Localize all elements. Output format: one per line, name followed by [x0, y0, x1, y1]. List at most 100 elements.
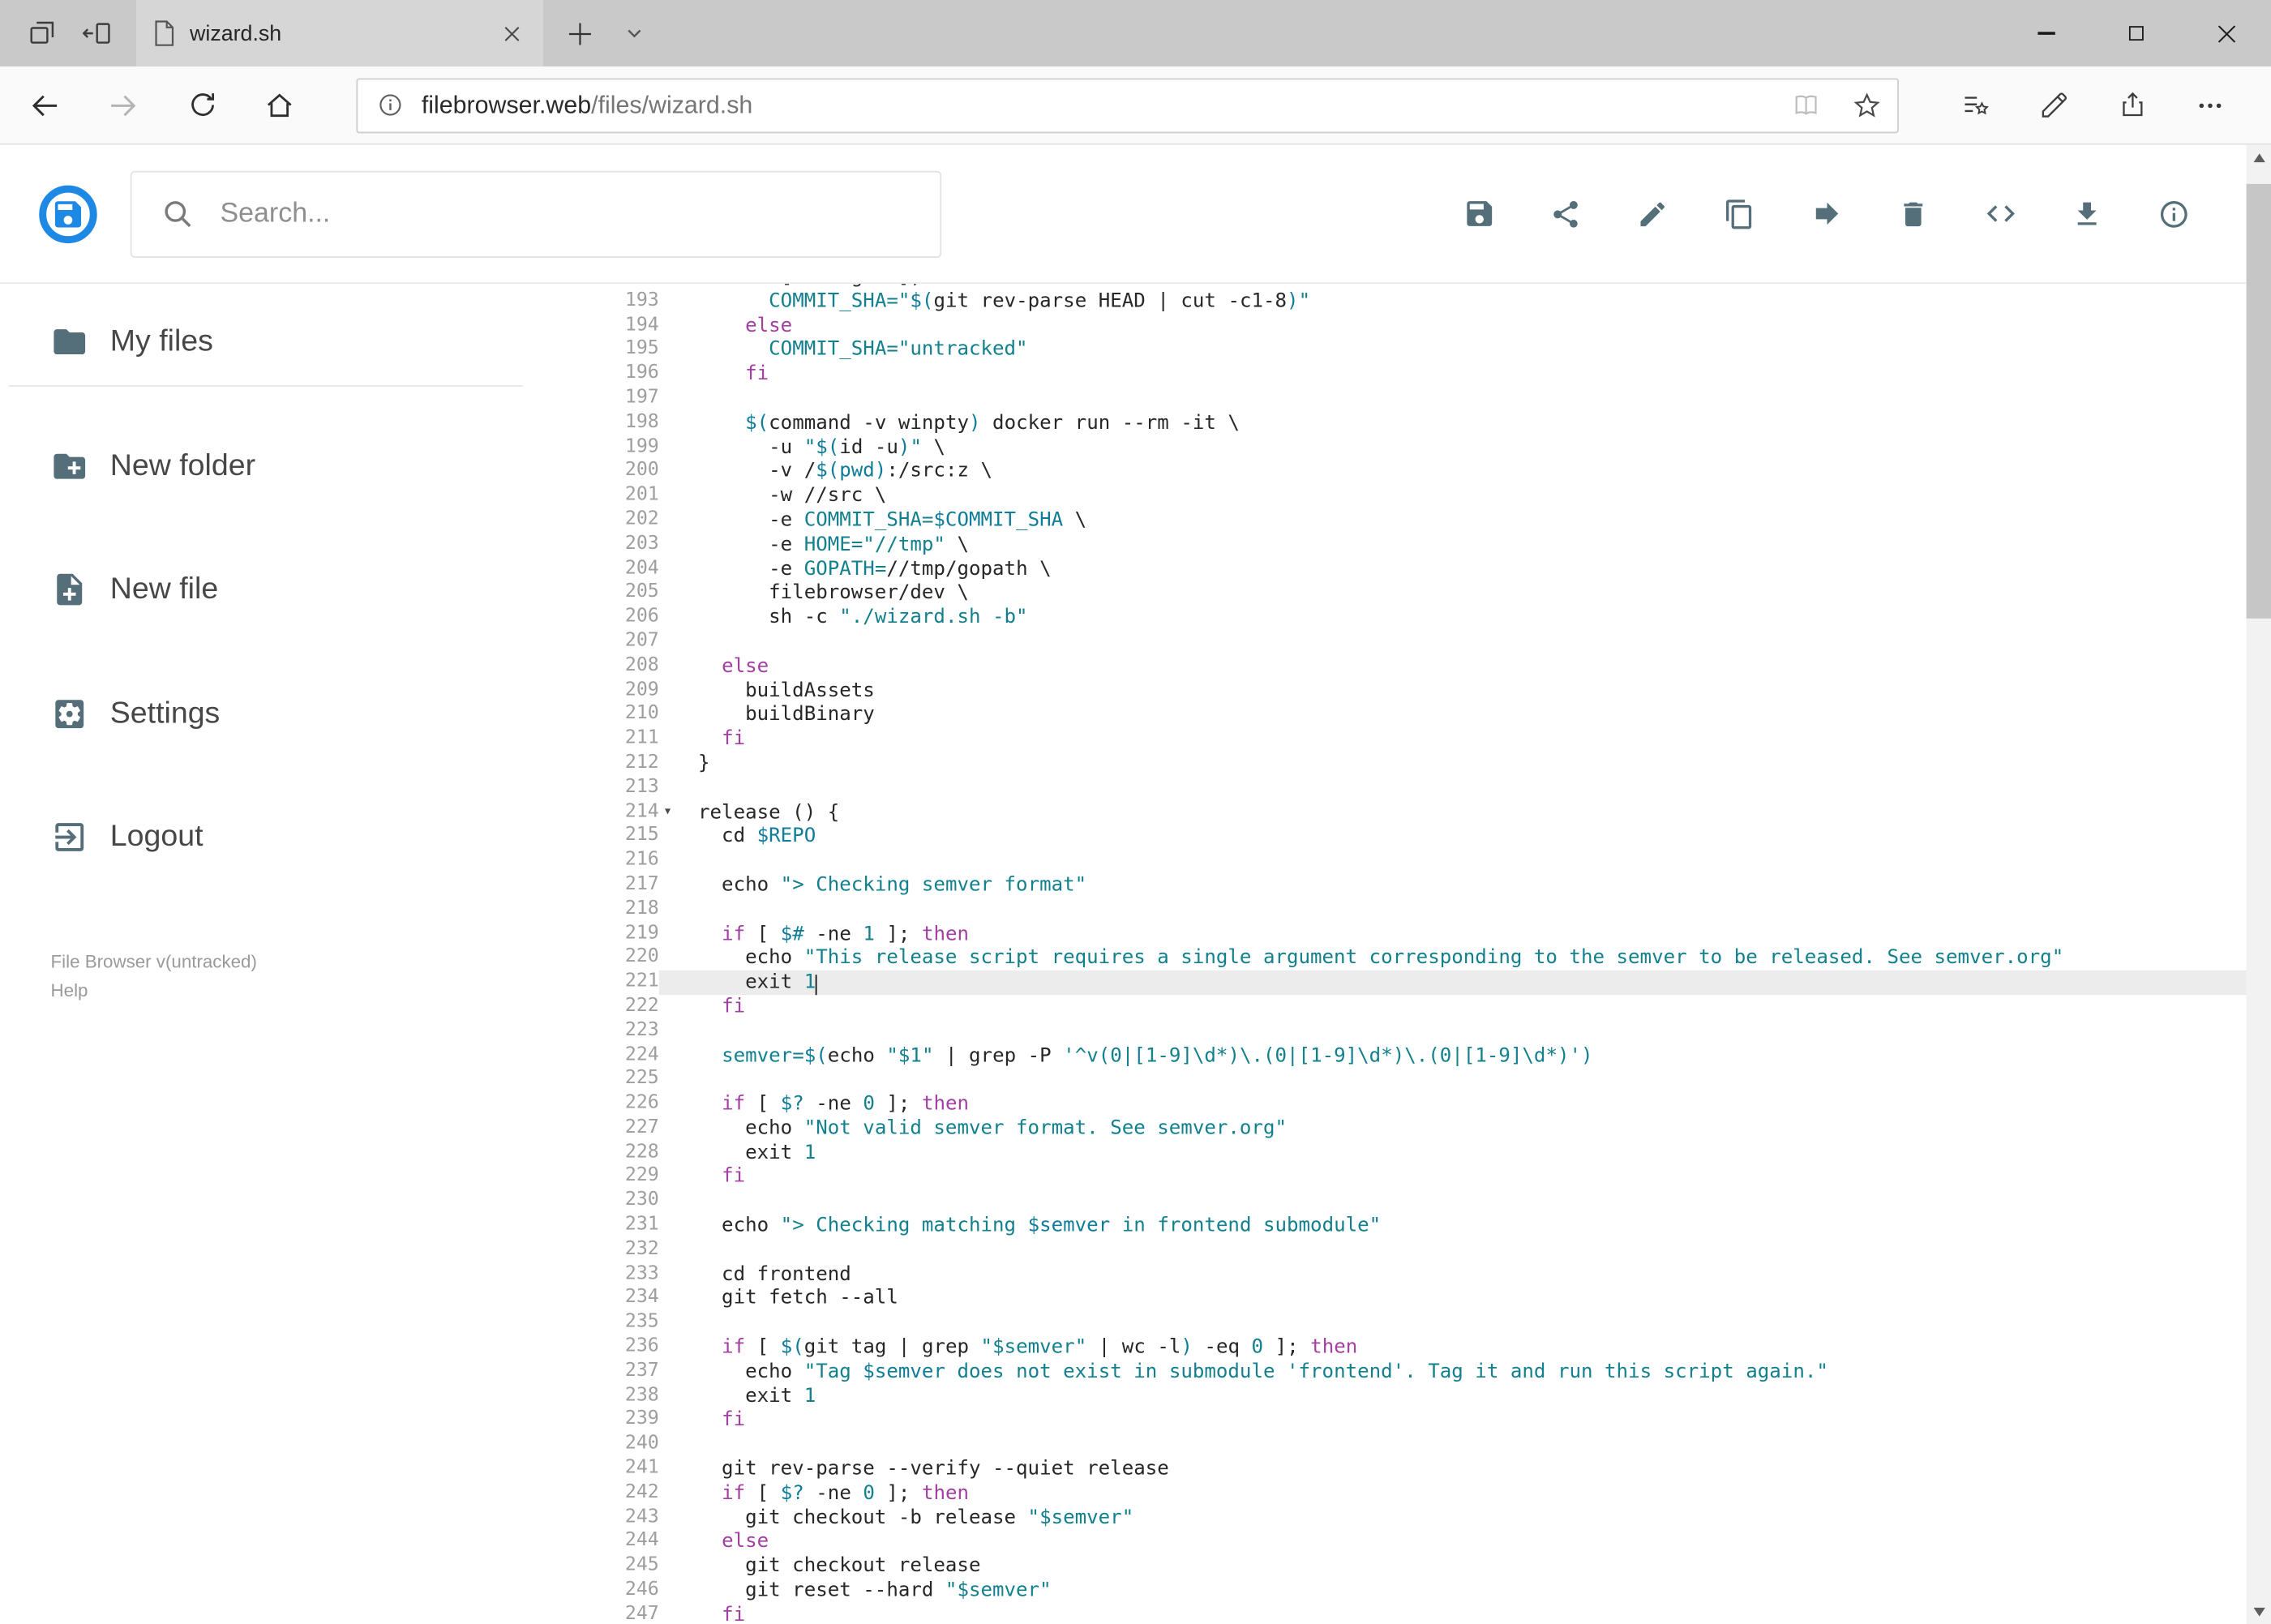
move-button[interactable] [1809, 196, 1844, 231]
page-info-icon[interactable] [358, 92, 422, 119]
code-text[interactable]: buildAssets [659, 679, 2247, 703]
code-text[interactable]: else [659, 654, 2247, 679]
fold-caret-down-icon[interactable]: ▾ [663, 800, 672, 825]
tab-close-icon[interactable] [499, 19, 526, 47]
code-text[interactable]: buildBinary [659, 703, 2247, 727]
copy-button[interactable] [1722, 196, 1757, 231]
code-text[interactable]: } [659, 752, 2247, 776]
code-text[interactable]: -e GOPATH=//tmp/gopath \ [659, 557, 2247, 581]
delete-button[interactable] [1896, 196, 1930, 231]
sidebar-item-new-folder[interactable]: New folder [0, 423, 580, 510]
scrollbar-thumb[interactable] [2246, 183, 2271, 619]
scroll-down-button[interactable] [2247, 1600, 2271, 1624]
code-text[interactable]: $(command -v winpty) docker run --rm -it… [659, 411, 2247, 435]
code-text[interactable]: fi [659, 362, 2247, 387]
code-text[interactable]: if [ -d .git ]; then [659, 284, 2247, 289]
new-tab-button[interactable] [552, 0, 607, 66]
code-text[interactable] [659, 1433, 2247, 1457]
code-text[interactable]: fi [659, 1603, 2247, 1624]
code-text[interactable]: exit 1 [658, 971, 2247, 996]
code-text[interactable]: git reset --hard "$semver" [659, 1579, 2247, 1603]
scroll-up-button[interactable] [2247, 145, 2271, 169]
code-text[interactable] [659, 387, 2247, 411]
home-button[interactable] [241, 66, 319, 144]
code-text[interactable]: echo "> Checking matching $semver in fro… [659, 1214, 2247, 1238]
hub-button[interactable] [1936, 66, 2014, 144]
code-text[interactable]: release () { [659, 800, 2247, 825]
app-logo[interactable] [39, 184, 97, 243]
code-text[interactable]: if [ $(git tag | grep "$semver" | wc -l)… [659, 1335, 2247, 1360]
code-text[interactable]: git fetch --all [659, 1287, 2247, 1311]
download-button[interactable] [2070, 196, 2105, 231]
code-text[interactable]: if [ $? -ne 0 ]; then [659, 1481, 2247, 1506]
code-text[interactable]: -e COMMIT_SHA=$COMMIT_SHA \ [659, 508, 2247, 533]
code-text[interactable]: -u "$(id -u)" \ [659, 435, 2247, 460]
code-text[interactable]: COMMIT_SHA="$(git rev-parse HEAD | cut -… [659, 289, 2247, 314]
raw-code-button[interactable] [1983, 196, 2018, 231]
code-text[interactable]: git rev-parse --verify --quiet release [659, 1457, 2247, 1481]
sidebar-item-new-file[interactable]: New file [0, 546, 580, 632]
code-text[interactable]: -w //src \ [659, 484, 2247, 508]
edit-button[interactable] [1635, 196, 1670, 231]
window-close-button[interactable] [2181, 0, 2271, 66]
code-text[interactable]: fi [659, 1408, 2247, 1433]
code-text[interactable] [659, 898, 2247, 922]
code-text[interactable] [659, 1019, 2247, 1043]
set-tabs-aside-button[interactable] [70, 0, 125, 66]
code-text[interactable] [659, 1068, 2247, 1092]
code-text[interactable]: else [659, 314, 2247, 338]
code-text[interactable]: cd frontend [659, 1262, 2247, 1287]
annotate-button[interactable] [2015, 66, 2093, 144]
window-maximize-button[interactable] [2091, 0, 2181, 66]
code-text[interactable] [659, 1189, 2247, 1214]
reading-view-button[interactable] [1776, 91, 1836, 120]
code-text[interactable]: echo "Not valid semver format. See semve… [659, 1116, 2247, 1141]
code-text[interactable]: fi [659, 1165, 2247, 1189]
code-text[interactable] [659, 1238, 2247, 1262]
code-text[interactable]: git checkout release [659, 1554, 2247, 1579]
search-bar[interactable] [130, 169, 942, 258]
code-text[interactable]: exit 1 [659, 1384, 2247, 1408]
more-button[interactable] [2171, 66, 2249, 144]
code-text[interactable]: echo "Tag $semver does not exist in subm… [659, 1360, 2247, 1384]
browser-tab[interactable]: wizard.sh [135, 0, 543, 67]
code-text[interactable]: -e HOME="//tmp" \ [659, 533, 2247, 557]
code-text[interactable] [659, 630, 2247, 654]
tab-preview-button[interactable] [15, 0, 70, 66]
share-page-button[interactable] [2093, 66, 2170, 144]
tab-list-button[interactable] [606, 0, 662, 66]
code-text[interactable]: if [ $? -ne 0 ]; then [659, 1092, 2247, 1116]
search-input[interactable] [216, 196, 941, 231]
code-text[interactable]: COMMIT_SHA="untracked" [659, 338, 2247, 362]
code-text[interactable]: echo "This release script requires a sin… [659, 946, 2247, 971]
code-text[interactable]: semver=$(echo "$1" | grep -P '^v(0|[1-9]… [659, 1043, 2247, 1068]
code-text[interactable]: if [ $# -ne 1 ]; then [659, 922, 2247, 946]
window-minimize-button[interactable] [2002, 0, 2092, 66]
back-button[interactable] [6, 66, 84, 144]
code-text[interactable]: fi [659, 727, 2247, 752]
save-button[interactable] [1461, 196, 1496, 231]
code-text[interactable]: filebrowser/dev \ [659, 581, 2247, 606]
code-text[interactable]: else [659, 1530, 2247, 1554]
code-text[interactable]: echo "> Checking semver format" [659, 873, 2247, 898]
code-text[interactable]: cd $REPO [659, 825, 2247, 849]
code-text[interactable] [659, 849, 2247, 873]
code-editor[interactable]: if [ -d .git ]; then193 COMMIT_SHA="$(gi… [579, 284, 2247, 1624]
code-text[interactable] [659, 776, 2247, 800]
code-text[interactable]: exit 1 [659, 1141, 2247, 1165]
address-field[interactable]: filebrowser.web/files/wizard.sh [356, 77, 1899, 133]
code-text[interactable]: sh -c "./wizard.sh -b" [659, 606, 2247, 630]
sidebar-item-settings[interactable]: Settings [0, 671, 580, 757]
sidebar-item-my-files[interactable]: My files [0, 298, 580, 385]
info-button[interactable] [2157, 196, 2192, 231]
code-text[interactable] [659, 1311, 2247, 1335]
help-link[interactable]: Help [51, 980, 88, 1001]
share-button[interactable] [1549, 196, 1583, 231]
forward-button[interactable] [84, 66, 162, 144]
vertical-scrollbar[interactable] [2246, 144, 2271, 1624]
code-text[interactable]: -v /$(pwd):/src:z \ [659, 460, 2247, 484]
refresh-button[interactable] [162, 66, 240, 144]
favorite-button[interactable] [1836, 91, 1897, 120]
code-text[interactable]: fi [659, 995, 2247, 1019]
code-text[interactable]: git checkout -b release "$semver" [659, 1506, 2247, 1530]
